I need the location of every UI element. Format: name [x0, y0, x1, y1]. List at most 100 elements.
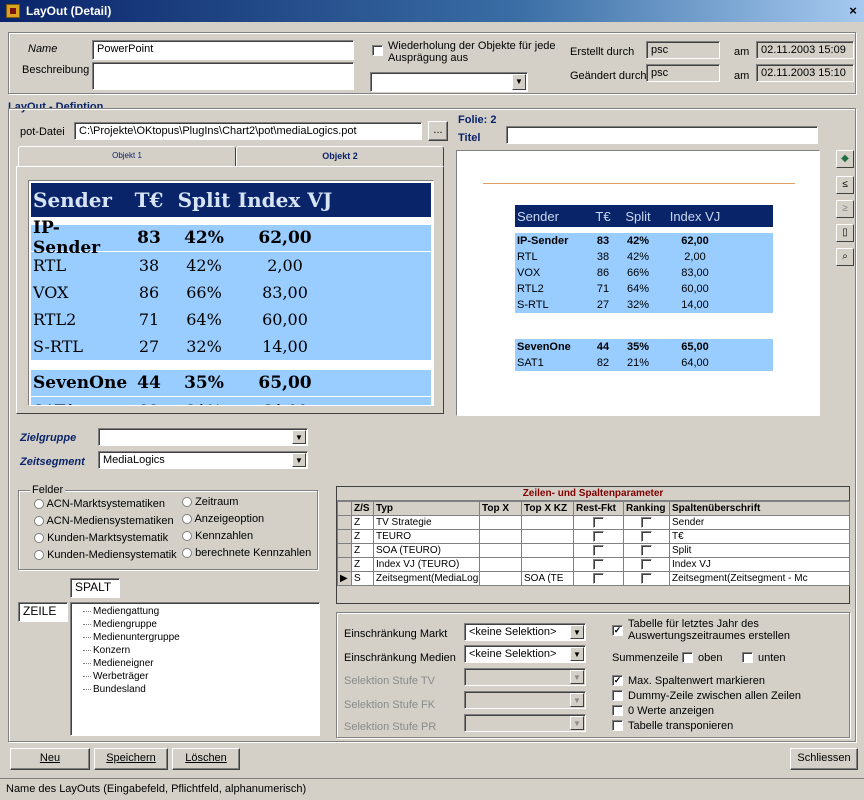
prev-icon[interactable]: ≤ — [836, 176, 854, 194]
unten-checkbox[interactable] — [742, 651, 753, 663]
tab-objekt-1[interactable]: Objekt 1 — [18, 146, 236, 166]
row-selector[interactable] — [337, 543, 352, 558]
params-cell[interactable] — [479, 529, 522, 544]
description-field[interactable] — [92, 62, 354, 90]
neu-button[interactable]: Neu — [10, 748, 90, 770]
repeat-checkbox[interactable] — [372, 44, 383, 56]
params-cell[interactable]: SOA (TE — [521, 571, 574, 586]
medien-select[interactable]: <keine Selektion> ▼ — [464, 645, 586, 663]
zielgruppe-select[interactable]: ▼ — [98, 428, 308, 446]
tree-item[interactable]: Werbeträger — [81, 670, 309, 683]
radio-acn-markt[interactable]: ACN-Marktsystematiken — [34, 496, 177, 513]
params-cell[interactable]: Z — [351, 515, 374, 530]
params-cell[interactable]: Z — [351, 529, 374, 544]
params-column-header[interactable]: Spaltenüberschrift — [669, 501, 850, 516]
chart-icon[interactable]: ◆ — [836, 150, 854, 168]
params-checkbox[interactable] — [593, 572, 604, 584]
row-selector[interactable] — [337, 557, 352, 572]
params-cell[interactable] — [479, 515, 522, 530]
last-year-checkbox[interactable]: ✓ — [612, 624, 623, 636]
params-column-header[interactable]: Typ — [373, 501, 480, 516]
params-cell[interactable] — [521, 515, 574, 530]
params-column-header[interactable]: Top X — [479, 501, 522, 516]
params-checkbox[interactable] — [593, 516, 604, 528]
close-icon[interactable]: × — [844, 0, 862, 20]
radio-anzeigeoption[interactable]: Anzeigeoption — [182, 511, 311, 528]
preview-icon[interactable]: ⌕ — [836, 248, 854, 266]
params-cell[interactable] — [623, 529, 670, 544]
field-tree[interactable]: Mediengattung Mediengruppe Medienuntergrup… — [70, 602, 320, 736]
pr-select[interactable]: ▼ — [464, 714, 586, 732]
params-checkbox[interactable] — [641, 572, 652, 584]
params-cell[interactable] — [521, 543, 574, 558]
radio-berechnete[interactable]: berechnete Kennzahlen — [182, 545, 311, 562]
transpose-checkbox[interactable] — [612, 719, 623, 731]
params-cell[interactable]: Index VJ — [669, 557, 850, 572]
radio-zeitraum[interactable]: Zeitraum — [182, 494, 311, 511]
params-cell[interactable] — [521, 557, 574, 572]
params-cell[interactable]: Zeitsegment(Zeitsegment - Mc — [669, 571, 850, 586]
params-cell[interactable]: Zeitsegment(MediaLog — [373, 571, 480, 586]
params-cell[interactable]: T€ — [669, 529, 850, 544]
loeschen-button[interactable]: Löschen — [172, 748, 240, 770]
params-row[interactable]: ▶ S Zeitsegment(MediaLog SOA (TE Zeitsegment… — [337, 571, 850, 586]
params-checkbox[interactable] — [641, 544, 652, 556]
tree-item[interactable]: Medienuntergruppe — [81, 631, 309, 644]
params-cell[interactable] — [623, 571, 670, 586]
row-selector[interactable]: ▶ — [337, 571, 352, 586]
tree-item[interactable]: Mediengruppe — [81, 618, 309, 631]
browse-button[interactable]: ... — [428, 121, 448, 141]
row-selector[interactable] — [337, 529, 352, 544]
oben-checkbox[interactable] — [682, 651, 693, 663]
params-cell[interactable]: Split — [669, 543, 850, 558]
params-cell[interactable] — [573, 557, 624, 572]
null-checkbox[interactable] — [612, 704, 623, 716]
params-cell[interactable]: Z — [351, 543, 374, 558]
repeat-select[interactable]: ▼ — [370, 72, 528, 92]
params-column-header[interactable]: Top X KZ — [521, 501, 574, 516]
params-checkbox[interactable] — [593, 544, 604, 556]
row-selector[interactable] — [337, 515, 352, 530]
schliessen-button[interactable]: Schliessen — [790, 748, 858, 770]
params-column-header[interactable]: Ranking — [623, 501, 670, 516]
params-cell[interactable] — [479, 571, 522, 586]
max-checkbox[interactable]: ✓ — [612, 674, 623, 686]
params-row[interactable]: Z SOA (TEURO) Split — [337, 543, 850, 558]
params-cell[interactable] — [573, 543, 624, 558]
params-cell[interactable] — [623, 515, 670, 530]
radio-kunden-medien[interactable]: Kunden-Mediensystematik — [34, 547, 177, 564]
params-row[interactable]: Z TV Strategie Sender — [337, 515, 850, 530]
params-checkbox[interactable] — [641, 530, 652, 542]
name-field[interactable]: PowerPoint — [92, 40, 354, 60]
tv-select[interactable]: ▼ — [464, 668, 586, 686]
next-icon[interactable]: ≥ — [836, 200, 854, 218]
params-cell[interactable]: SOA (TEURO) — [373, 543, 480, 558]
params-row[interactable]: Z TEURO T€ — [337, 529, 850, 544]
params-cell[interactable]: Z — [351, 557, 374, 572]
params-cell[interactable] — [623, 557, 670, 572]
params-cell[interactable] — [479, 557, 522, 572]
tree-item[interactable]: Konzern — [81, 644, 309, 657]
radio-kennzahlen[interactable]: Kennzahlen — [182, 528, 311, 545]
speichern-button[interactable]: Speichern — [94, 748, 168, 770]
params-checkbox[interactable] — [593, 530, 604, 542]
params-column-header[interactable]: Z/S — [351, 501, 374, 516]
new-page-icon[interactable]: ▯ — [836, 224, 854, 242]
markt-select[interactable]: <keine Selektion> ▼ — [464, 623, 586, 641]
dummy-checkbox[interactable] — [612, 689, 623, 701]
fk-select[interactable]: ▼ — [464, 691, 586, 709]
params-checkbox[interactable] — [593, 558, 604, 570]
params-cell[interactable]: TV Strategie — [373, 515, 480, 530]
tree-item[interactable]: Bundesland — [81, 683, 309, 696]
params-cell[interactable] — [479, 543, 522, 558]
zeitsegment-select[interactable]: MediaLogics ▼ — [98, 451, 308, 469]
spalt-drop-field[interactable]: SPALT — [70, 578, 120, 598]
params-cell[interactable]: Index VJ (TEURO) — [373, 557, 480, 572]
tree-item[interactable]: Medieneigner — [81, 657, 309, 670]
params-cell[interactable]: S — [351, 571, 374, 586]
params-column-header[interactable]: Rest-Fkt — [573, 501, 624, 516]
params-cell[interactable] — [573, 529, 624, 544]
radio-acn-medien[interactable]: ACN-Mediensystematiken — [34, 513, 177, 530]
params-checkbox[interactable] — [641, 516, 652, 528]
params-checkbox[interactable] — [641, 558, 652, 570]
